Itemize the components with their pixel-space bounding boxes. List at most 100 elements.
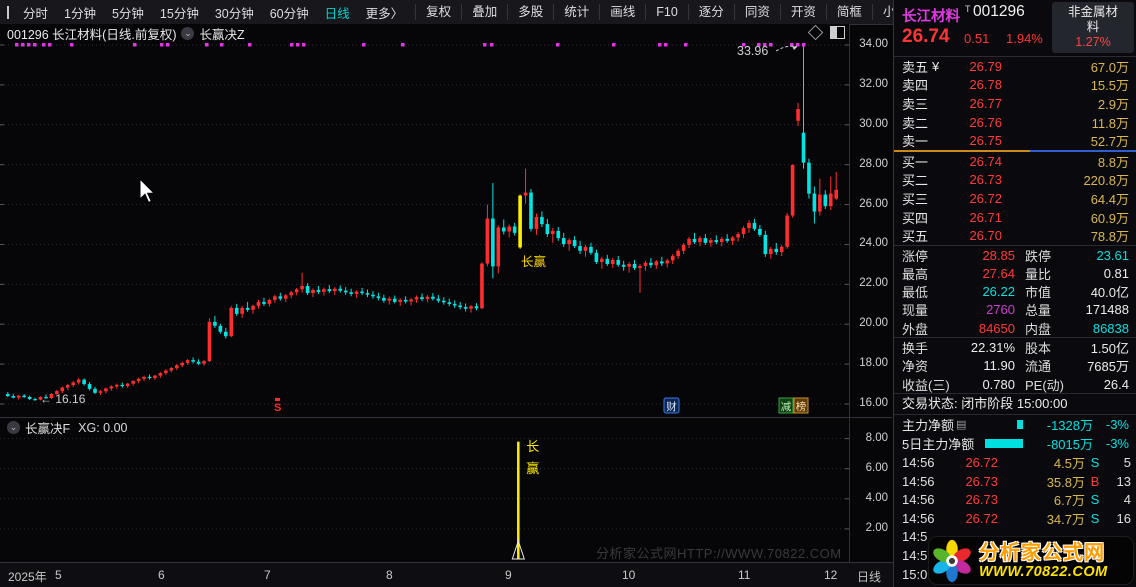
chart-watermark: 分析家公式网HTTP://WWW.70822.COM bbox=[596, 546, 842, 561]
toolbar-button[interactable]: 多股 bbox=[507, 4, 553, 20]
y-axis-label: 6.00 bbox=[865, 461, 888, 474]
orderbook-row[interactable]: 卖四 26.78 15.5万 bbox=[894, 76, 1136, 95]
site-logo: 分析家公式网 WWW.70822.COM bbox=[929, 537, 1133, 584]
stock-code: 001296 bbox=[973, 3, 1025, 20]
stock-title-block: 长江材料 T 001296 非金属材料 1.27% 26.74 0.51 1.9… bbox=[894, 0, 1136, 56]
stats-block: 涨停 28.85 跌停 23.61 最高 27.64 量比 0.81 最低 26.22 市值 40.0… bbox=[894, 246, 1136, 337]
toolbar-button[interactable]: 简框 bbox=[825, 4, 872, 20]
y-axis-label: 32.00 bbox=[859, 77, 888, 90]
sector-tile[interactable]: 非金属材料 1.27% bbox=[1052, 2, 1134, 53]
period-tab[interactable]: 分时 bbox=[15, 3, 56, 22]
sub-indicator-header: ⌄ 长赢决F XG: 0.00 bbox=[0, 419, 127, 436]
trading-app-window: 分时 1分钟 5分钟 15分钟 30分钟 60分钟 日线 更多〉 复权 叠加 多股 统计 画线 F10 逐… bbox=[0, 0, 1136, 587]
period-tab[interactable]: 更多〉 bbox=[358, 3, 412, 22]
period-tab[interactable]: 1分钟 bbox=[56, 3, 104, 22]
stat-row: 最低 26.22 市值 40.0亿 bbox=[902, 284, 1129, 301]
price-change-pct: 1.94% bbox=[1006, 31, 1043, 46]
axis-month-label: 8 bbox=[386, 568, 393, 582]
sector-change: 1.27% bbox=[1075, 35, 1111, 49]
axis-month-label: 11 bbox=[738, 568, 751, 582]
toolbar-button[interactable]: 统计 bbox=[553, 4, 599, 20]
chevron-down-icon[interactable]: ⌄ bbox=[7, 421, 20, 434]
orderbook-row[interactable]: 买一 26.74 8.8万 bbox=[894, 152, 1136, 171]
orderbook-row[interactable]: 卖二 26.76 11.8万 bbox=[894, 113, 1136, 132]
orderbook-row[interactable]: 买二 26.73 220.8万 bbox=[894, 171, 1136, 190]
fundamentals-block: 换手 22.31% 股本 1.50亿 净资 11.90 流通 7685万 收益(三) 0.780 P… bbox=[894, 338, 1136, 393]
money-flow-block: 主力净额 ▤ -1328万 -3% 5日主力净额 -8015万 -3% bbox=[894, 415, 1136, 453]
last-price: 26.74 bbox=[902, 26, 950, 47]
period-tab[interactable]: 30分钟 bbox=[207, 3, 262, 22]
svg-text:榜: 榜 bbox=[796, 400, 807, 413]
axis-month-label: 7 bbox=[264, 568, 271, 582]
period-tab[interactable]: 15分钟 bbox=[152, 3, 207, 22]
money-flow-row: 5日主力净额 -8015万 -3% bbox=[902, 436, 1129, 453]
axis-year-label: 2025年 bbox=[8, 570, 47, 584]
tick-row: 14:56 26.72 34.7万 S 16 bbox=[902, 510, 1131, 527]
stat-row: 外盘 84650 内盘 86838 bbox=[902, 320, 1129, 337]
sector-name: 非金属材料 bbox=[1067, 5, 1118, 34]
chart-title: 001296 长江材料(日线.前复权) bbox=[7, 27, 177, 42]
bid-ladder: 买一 26.74 8.8万 买二 26.73 220.8万 买三 26.72 64.4万 买四 26… bbox=[894, 152, 1136, 245]
window-layout-icon[interactable] bbox=[7, 5, 9, 19]
toolbar-button[interactable]: 开资 bbox=[779, 4, 826, 20]
chevron-down-icon[interactable]: ⌄ bbox=[181, 26, 195, 40]
flower-logo-icon bbox=[933, 539, 971, 582]
period-tab[interactable]: 60分钟 bbox=[262, 3, 317, 22]
svg-text:减: 减 bbox=[781, 401, 792, 413]
stat-row: 收益(三) 0.780 PE(动) 26.4 bbox=[902, 376, 1129, 393]
toolbar-button[interactable]: F10 bbox=[645, 4, 688, 20]
main-candlestick-chart[interactable]: ← 16.16 33.96 长赢 S 财 减榜 bbox=[0, 42, 891, 417]
axis-divider bbox=[849, 24, 850, 562]
orderbook-row[interactable]: 卖五 ¥26.79 67.0万 bbox=[894, 57, 1136, 76]
sub-indicator-name[interactable]: 长赢决F bbox=[25, 418, 70, 437]
panel-divider[interactable] bbox=[0, 417, 892, 418]
split-panel-icon[interactable] bbox=[830, 26, 845, 39]
toolbar-button[interactable]: 叠加 bbox=[461, 4, 507, 20]
axis-month-label: 6 bbox=[158, 568, 165, 582]
toolbar-button[interactable]: 逐分 bbox=[687, 4, 734, 20]
axis-period-label: 日线 bbox=[857, 570, 882, 584]
price-change: 0.51 bbox=[964, 31, 990, 46]
stat-row: 涨停 28.85 跌停 23.61 bbox=[902, 247, 1129, 264]
stat-row: 最高 27.64 量比 0.81 bbox=[902, 265, 1129, 282]
diamond-icon[interactable] bbox=[807, 24, 824, 41]
axis-month-label: 12 bbox=[824, 568, 838, 582]
y-axis-label: 4.00 bbox=[865, 491, 888, 504]
top-toolbar: 分时 1分钟 5分钟 15分钟 30分钟 60分钟 日线 更多〉 复权 叠加 多股 统计 画线 F10 逐… bbox=[0, 0, 1053, 25]
orderbook-row[interactable]: 买三 26.72 64.4万 bbox=[894, 189, 1136, 208]
trade-status: 交易状态: 闭市阶段 15:00:00 bbox=[902, 396, 1068, 412]
stat-row: 现量 2760 总量 171488 bbox=[902, 302, 1129, 319]
svg-text:← 16.16: ← 16.16 bbox=[40, 392, 86, 406]
toolbar-button[interactable]: 画线 bbox=[599, 4, 645, 20]
flow-bar bbox=[985, 439, 1023, 449]
y-axis-label: 18.00 bbox=[859, 357, 888, 370]
svg-text:长: 长 bbox=[526, 439, 539, 454]
orderbook-row[interactable]: 买五 26.70 78.8万 bbox=[894, 226, 1136, 245]
stock-flag: T bbox=[965, 4, 971, 14]
mouse-cursor bbox=[139, 178, 156, 204]
orderbook-row[interactable]: 卖三 26.77 2.9万 bbox=[894, 94, 1136, 113]
tick-row: 14:56 26.73 35.8万 B 13 bbox=[902, 473, 1131, 490]
ask-ladder: 卖五 ¥26.79 67.0万 卖四 26.78 15.5万 卖三 26.77 2.9万 卖二 26… bbox=[894, 57, 1136, 150]
axis-month-label: 5 bbox=[55, 568, 62, 582]
chart-header: 001296 长江材料(日线.前复权) ⌄ 长赢决Z bbox=[0, 24, 850, 42]
axis-month-label: 9 bbox=[505, 568, 512, 582]
stat-row: 换手 22.31% 股本 1.50亿 bbox=[902, 340, 1129, 357]
period-tab[interactable]: 5分钟 bbox=[104, 3, 152, 22]
period-tab[interactable]: 日线 bbox=[317, 3, 358, 22]
svg-text:33.96: 33.96 bbox=[737, 44, 768, 58]
axis-month-label: 10 bbox=[622, 568, 636, 582]
toolbar-button[interactable]: 同资 bbox=[733, 4, 780, 20]
stock-info-panel: 长江材料 T 001296 非金属材料 1.27% 26.74 0.51 1.9… bbox=[893, 0, 1136, 587]
main-indicator-name[interactable]: 长赢决Z bbox=[199, 24, 244, 43]
y-axis-label: 2.00 bbox=[865, 521, 888, 534]
logo-site-name: 分析家公式网 bbox=[979, 541, 1105, 564]
svg-text:S: S bbox=[274, 402, 281, 414]
y-axis-label: 34.00 bbox=[859, 38, 888, 50]
stock-name[interactable]: 长江材料 bbox=[902, 5, 960, 26]
y-axis-label: 16.00 bbox=[859, 397, 888, 409]
y-axis-label: 28.00 bbox=[859, 157, 888, 170]
toolbar-button[interactable]: 复权 bbox=[415, 4, 461, 20]
orderbook-row[interactable]: 买四 26.71 60.9万 bbox=[894, 208, 1136, 227]
orderbook-row[interactable]: 卖一 26.75 52.7万 bbox=[894, 131, 1136, 150]
